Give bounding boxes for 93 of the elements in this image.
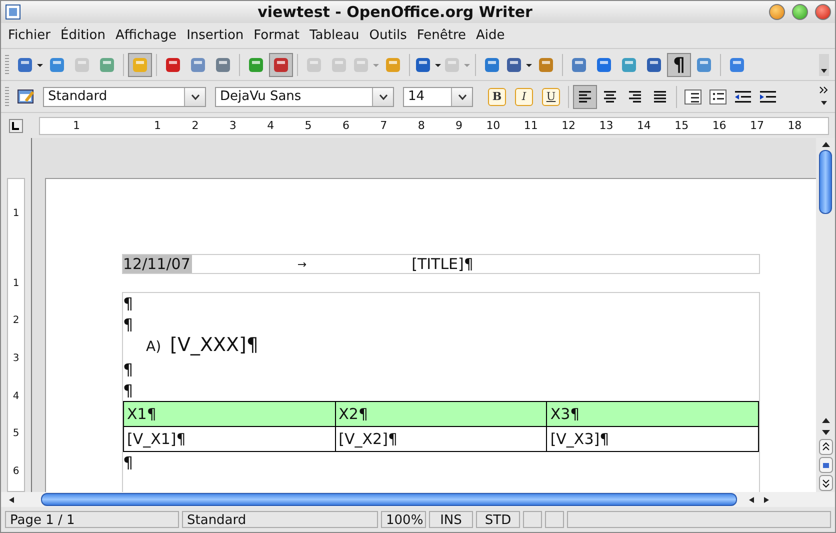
document-icon[interactable] — [5, 4, 21, 20]
paragraph-mark: ¶ — [123, 360, 134, 379]
date-field: 12/11/07 — [123, 255, 192, 273]
toolbar-button[interactable] — [269, 52, 293, 76]
vertical-ruler[interactable]: 1 1 2 3 4 5 6 — [7, 178, 25, 492]
ruler-number: 11 — [522, 119, 538, 132]
ruler-number: 1 — [12, 276, 20, 289]
text-lines-icon — [652, 90, 668, 104]
menu-item[interactable]: Fichier — [3, 28, 56, 43]
status-field — [523, 511, 542, 528]
navigation-icon[interactable] — [818, 457, 832, 473]
menu-item[interactable]: Aide — [471, 28, 510, 43]
ruler-number: 1 — [72, 119, 80, 132]
menu-item[interactable]: Outils — [364, 28, 412, 43]
next-page-icon[interactable] — [818, 475, 832, 491]
scrollbar-thumb[interactable] — [41, 493, 737, 506]
ruler-number: 6 — [341, 119, 350, 132]
menu-item[interactable]: Format — [248, 28, 304, 43]
text-lines-icon — [577, 90, 593, 104]
maximize-button[interactable] — [792, 4, 808, 20]
toolbar-button[interactable] — [128, 52, 152, 76]
table-cell: [V_X3]¶ — [546, 426, 758, 452]
horizontal-ruler[interactable]: 1 1 2 3 4 5 6 7 8 9 10 11 12 13 14 15 16 17 18 — [39, 116, 829, 134]
paragraph-mark: ¶ — [123, 315, 134, 334]
ruler-number: 12 — [560, 119, 576, 132]
minimize-button[interactable] — [769, 4, 785, 20]
ruler-number: 18 — [786, 119, 802, 132]
text-lines-icon — [627, 90, 643, 104]
ruler-number: 4 — [12, 390, 20, 402]
toolbar-grip[interactable] — [5, 54, 9, 74]
paragraph-style-dropdown[interactable]: Standard — [43, 86, 206, 106]
table-header-cell: X2¶ — [335, 402, 547, 426]
menu-item[interactable]: Fenêtre — [412, 28, 472, 43]
zoom-indicator[interactable]: 100% — [381, 511, 426, 528]
ruler-number: 2 — [12, 314, 20, 326]
ruler-number: 10 — [485, 119, 500, 132]
table-header-cell: X3¶ — [546, 402, 758, 426]
previous-page-icon[interactable] — [818, 439, 832, 455]
ruler-number: 14 — [636, 119, 651, 132]
font-size-dropdown[interactable]: 14 — [403, 86, 473, 106]
table-header-cell: X1¶ — [124, 402, 336, 426]
page-indicator: Page 1 / 1 — [5, 511, 179, 528]
header-title: [TITLE]¶ — [412, 255, 474, 273]
ruler-number: 17 — [749, 119, 764, 132]
ruler-number: 1 — [12, 207, 20, 219]
list-number: A) — [146, 338, 162, 357]
underline-button[interactable]: U — [542, 88, 560, 106]
ruler-number: 1 — [153, 119, 161, 132]
page-style-indicator: Standard — [182, 511, 378, 528]
menu-item[interactable]: Affichage — [110, 28, 182, 43]
ruler-number: 5 — [12, 427, 20, 440]
menu-item[interactable]: Insertion — [182, 28, 249, 43]
italic-button[interactable]: I — [515, 88, 533, 106]
caret-icon — [458, 94, 466, 100]
tab-mark: → — [297, 258, 307, 270]
ruler-number: 15 — [674, 119, 689, 132]
insert-mode-indicator[interactable]: INS — [429, 511, 473, 528]
ruler-number: 3 — [12, 352, 20, 364]
caret-icon — [190, 94, 200, 100]
ruler-number: 8 — [416, 119, 425, 132]
styles-icon[interactable] — [16, 86, 36, 106]
list-item-text: [V_XXX]¶ — [170, 335, 259, 356]
menu-item[interactable]: Édition — [56, 28, 110, 43]
status-field — [545, 511, 564, 528]
ruler-number: 7 — [379, 119, 388, 132]
paragraph-mark: ¶ — [123, 294, 134, 313]
horizontal-scrollbar[interactable] — [1, 492, 835, 507]
ruler-number: 6 — [12, 465, 20, 478]
ruler-number: 13 — [598, 119, 614, 132]
paragraph-mark: ¶ — [123, 381, 134, 400]
align-left-button[interactable] — [573, 84, 597, 108]
caret-icon — [378, 94, 388, 100]
ruler-number: 5 — [304, 119, 312, 132]
scrollbar-thumb[interactable] — [819, 150, 832, 214]
paragraph-mark: ¶ — [123, 453, 134, 472]
text-lines-icon — [602, 90, 618, 104]
toolbar-grip[interactable] — [5, 86, 9, 106]
table-cell: [V_X1]¶ — [124, 426, 336, 452]
tab-stop-selector[interactable] — [9, 118, 23, 132]
close-button[interactable] — [815, 4, 831, 20]
table-cell: [V_X2]¶ — [335, 426, 547, 452]
bold-button[interactable]: B — [488, 88, 506, 106]
ruler-number: 3 — [228, 119, 236, 132]
ruler-number: 16 — [711, 119, 726, 132]
toolbar-button[interactable]: ¶ — [667, 52, 691, 76]
menu-item[interactable]: Tableau — [304, 28, 364, 43]
font-name-dropdown[interactable]: DejaVu Sans — [215, 86, 394, 106]
ruler-number: 4 — [266, 119, 274, 132]
ruler-number: 2 — [190, 119, 199, 132]
toolbar-overflow-icon[interactable] — [819, 54, 829, 76]
ruler-number: 9 — [454, 119, 462, 132]
selection-mode-indicator[interactable]: STD — [476, 511, 520, 528]
window-title: viewtest - OpenOffice.org Writer — [256, 3, 534, 21]
